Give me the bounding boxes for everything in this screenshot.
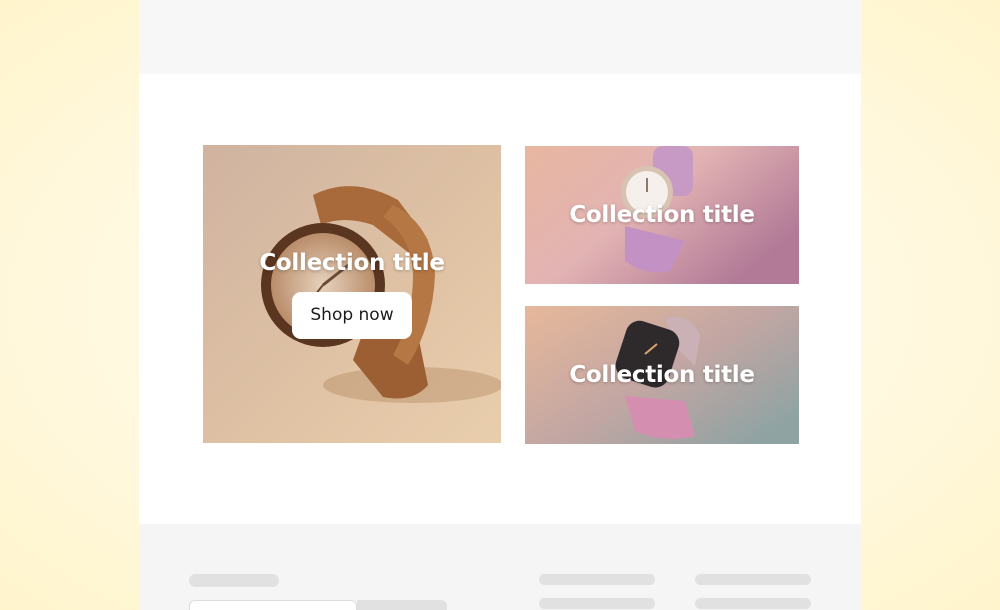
newsletter-input-placeholder[interactable] bbox=[189, 600, 357, 610]
collection-title: Collection title bbox=[569, 362, 755, 388]
shop-now-button[interactable]: Shop now bbox=[292, 291, 412, 339]
page-container: Collection title Shop now Collection tit… bbox=[139, 0, 861, 610]
collection-tile-main[interactable]: Collection title Shop now bbox=[203, 145, 501, 443]
collection-title: Collection title bbox=[569, 202, 755, 228]
footer-link-placeholder bbox=[695, 598, 811, 609]
newsletter-button-placeholder[interactable] bbox=[357, 600, 447, 610]
footer-link-placeholder bbox=[695, 574, 811, 585]
footer-heading-placeholder bbox=[189, 574, 279, 587]
collection-tile-bottom-right[interactable]: Collection title bbox=[525, 306, 799, 444]
footer-link-placeholder bbox=[539, 574, 655, 585]
footer-link-placeholder bbox=[539, 598, 655, 609]
collection-tile-top-right[interactable]: Collection title bbox=[525, 146, 799, 284]
header-placeholder bbox=[139, 0, 861, 74]
collection-title: Collection title bbox=[259, 249, 445, 276]
